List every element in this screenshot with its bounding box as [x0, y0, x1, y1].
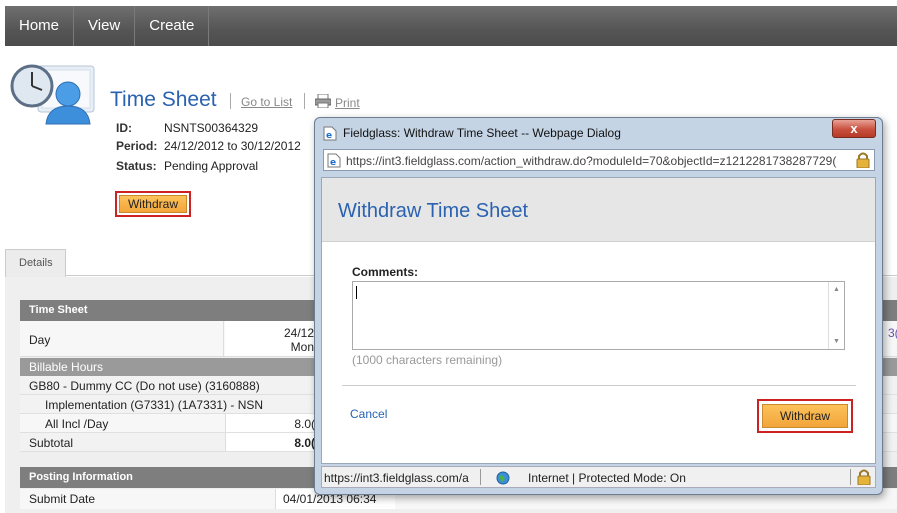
meta-status: Status: Pending Approval — [116, 159, 258, 173]
day-of-week: Mon — [290, 340, 314, 354]
tab-details[interactable]: Details — [5, 249, 66, 277]
scroll-down-icon[interactable]: ▼ — [833, 338, 840, 345]
status-url: https://int3.fieldglass.com/a — [324, 471, 469, 485]
page-title: Time Sheet — [110, 88, 217, 111]
withdraw-dialog: e Fieldglass: Withdraw Time Sheet -- Web… — [314, 117, 883, 495]
go-to-list-link[interactable]: Go to List — [241, 95, 292, 109]
timesheet-clock-user-icon — [8, 62, 98, 126]
day-column: 24/12 Mon — [225, 321, 315, 356]
meta-id: ID: NSNTS00364329 — [116, 121, 258, 135]
period-value: 24/12/2012 to 30/12/2012 — [164, 139, 301, 153]
day-label: Day — [20, 321, 224, 356]
svg-text:e: e — [326, 131, 332, 141]
dialog-url: https://int3.fieldglass.com/action_withd… — [346, 154, 837, 168]
print-label: Print — [335, 95, 360, 110]
svg-text:e: e — [330, 158, 336, 168]
ie-page-icon: e — [323, 126, 337, 144]
divider — [480, 469, 481, 485]
lock-icon — [857, 469, 871, 488]
close-icon: x — [850, 121, 858, 136]
divider — [850, 469, 851, 485]
period-label: Period: — [116, 139, 158, 153]
nav-create[interactable]: Create — [135, 6, 210, 46]
divider — [230, 93, 231, 109]
text-caret — [356, 286, 357, 299]
submit-date-label: Submit Date — [29, 492, 96, 506]
status-zone: Internet | Protected Mode: On — [528, 471, 686, 485]
subtotal-value: 8.0( — [225, 433, 315, 451]
day-date: 24/12 — [283, 326, 314, 340]
close-button[interactable]: x — [832, 119, 876, 138]
all-incl-label: All Incl /Day — [45, 417, 109, 431]
withdraw-button-highlight: Withdraw — [115, 191, 191, 217]
dialog-withdraw-highlight: Withdraw — [757, 399, 853, 433]
dialog-withdraw-button[interactable]: Withdraw — [762, 404, 848, 428]
dialog-heading: Withdraw Time Sheet — [338, 200, 529, 222]
withdraw-button[interactable]: Withdraw — [119, 195, 187, 213]
dialog-header: Withdraw Time Sheet — [322, 178, 875, 242]
status-value: Pending Approval — [164, 159, 259, 173]
divider — [342, 385, 856, 386]
edge-value: 3( — [888, 326, 897, 340]
divider — [304, 93, 305, 109]
top-nav: Home View Create — [5, 6, 897, 46]
chars-remaining: (1000 characters remaining) — [352, 353, 503, 367]
ie-page-icon: e — [327, 153, 341, 171]
nav-view[interactable]: View — [74, 6, 136, 46]
id-value: NSNTS00364329 — [164, 121, 259, 135]
dialog-body: Withdraw Time Sheet Comments: ▲ ▼ (1000 … — [321, 177, 876, 464]
lock-icon — [856, 152, 870, 171]
dialog-status-bar: https://int3.fieldglass.com/a Internet |… — [321, 466, 876, 488]
all-incl-value: 8.0( — [225, 414, 315, 432]
dialog-address-bar: e https://int3.fieldglass.com/action_wit… — [323, 149, 875, 171]
dialog-titlebar[interactable]: e Fieldglass: Withdraw Time Sheet -- Web… — [315, 118, 882, 148]
subtotal-label: Subtotal — [29, 436, 74, 450]
comments-label: Comments: — [352, 265, 419, 279]
cancel-link[interactable]: Cancel — [350, 407, 387, 421]
meta-period: Period: 24/12/2012 to 30/12/2012 — [116, 139, 301, 153]
id-label: ID: — [116, 121, 132, 135]
comments-scrollbar[interactable]: ▲ ▼ — [828, 282, 844, 349]
dialog-window-title: Fieldglass: Withdraw Time Sheet -- Webpa… — [343, 126, 621, 140]
status-label: Status: — [116, 159, 157, 173]
globe-icon — [496, 471, 510, 488]
scroll-up-icon[interactable]: ▲ — [833, 286, 840, 293]
nav-home[interactable]: Home — [5, 6, 75, 46]
printer-icon — [314, 93, 332, 111]
print-link[interactable]: Print — [314, 93, 360, 111]
comments-input[interactable]: ▲ ▼ — [352, 281, 845, 350]
